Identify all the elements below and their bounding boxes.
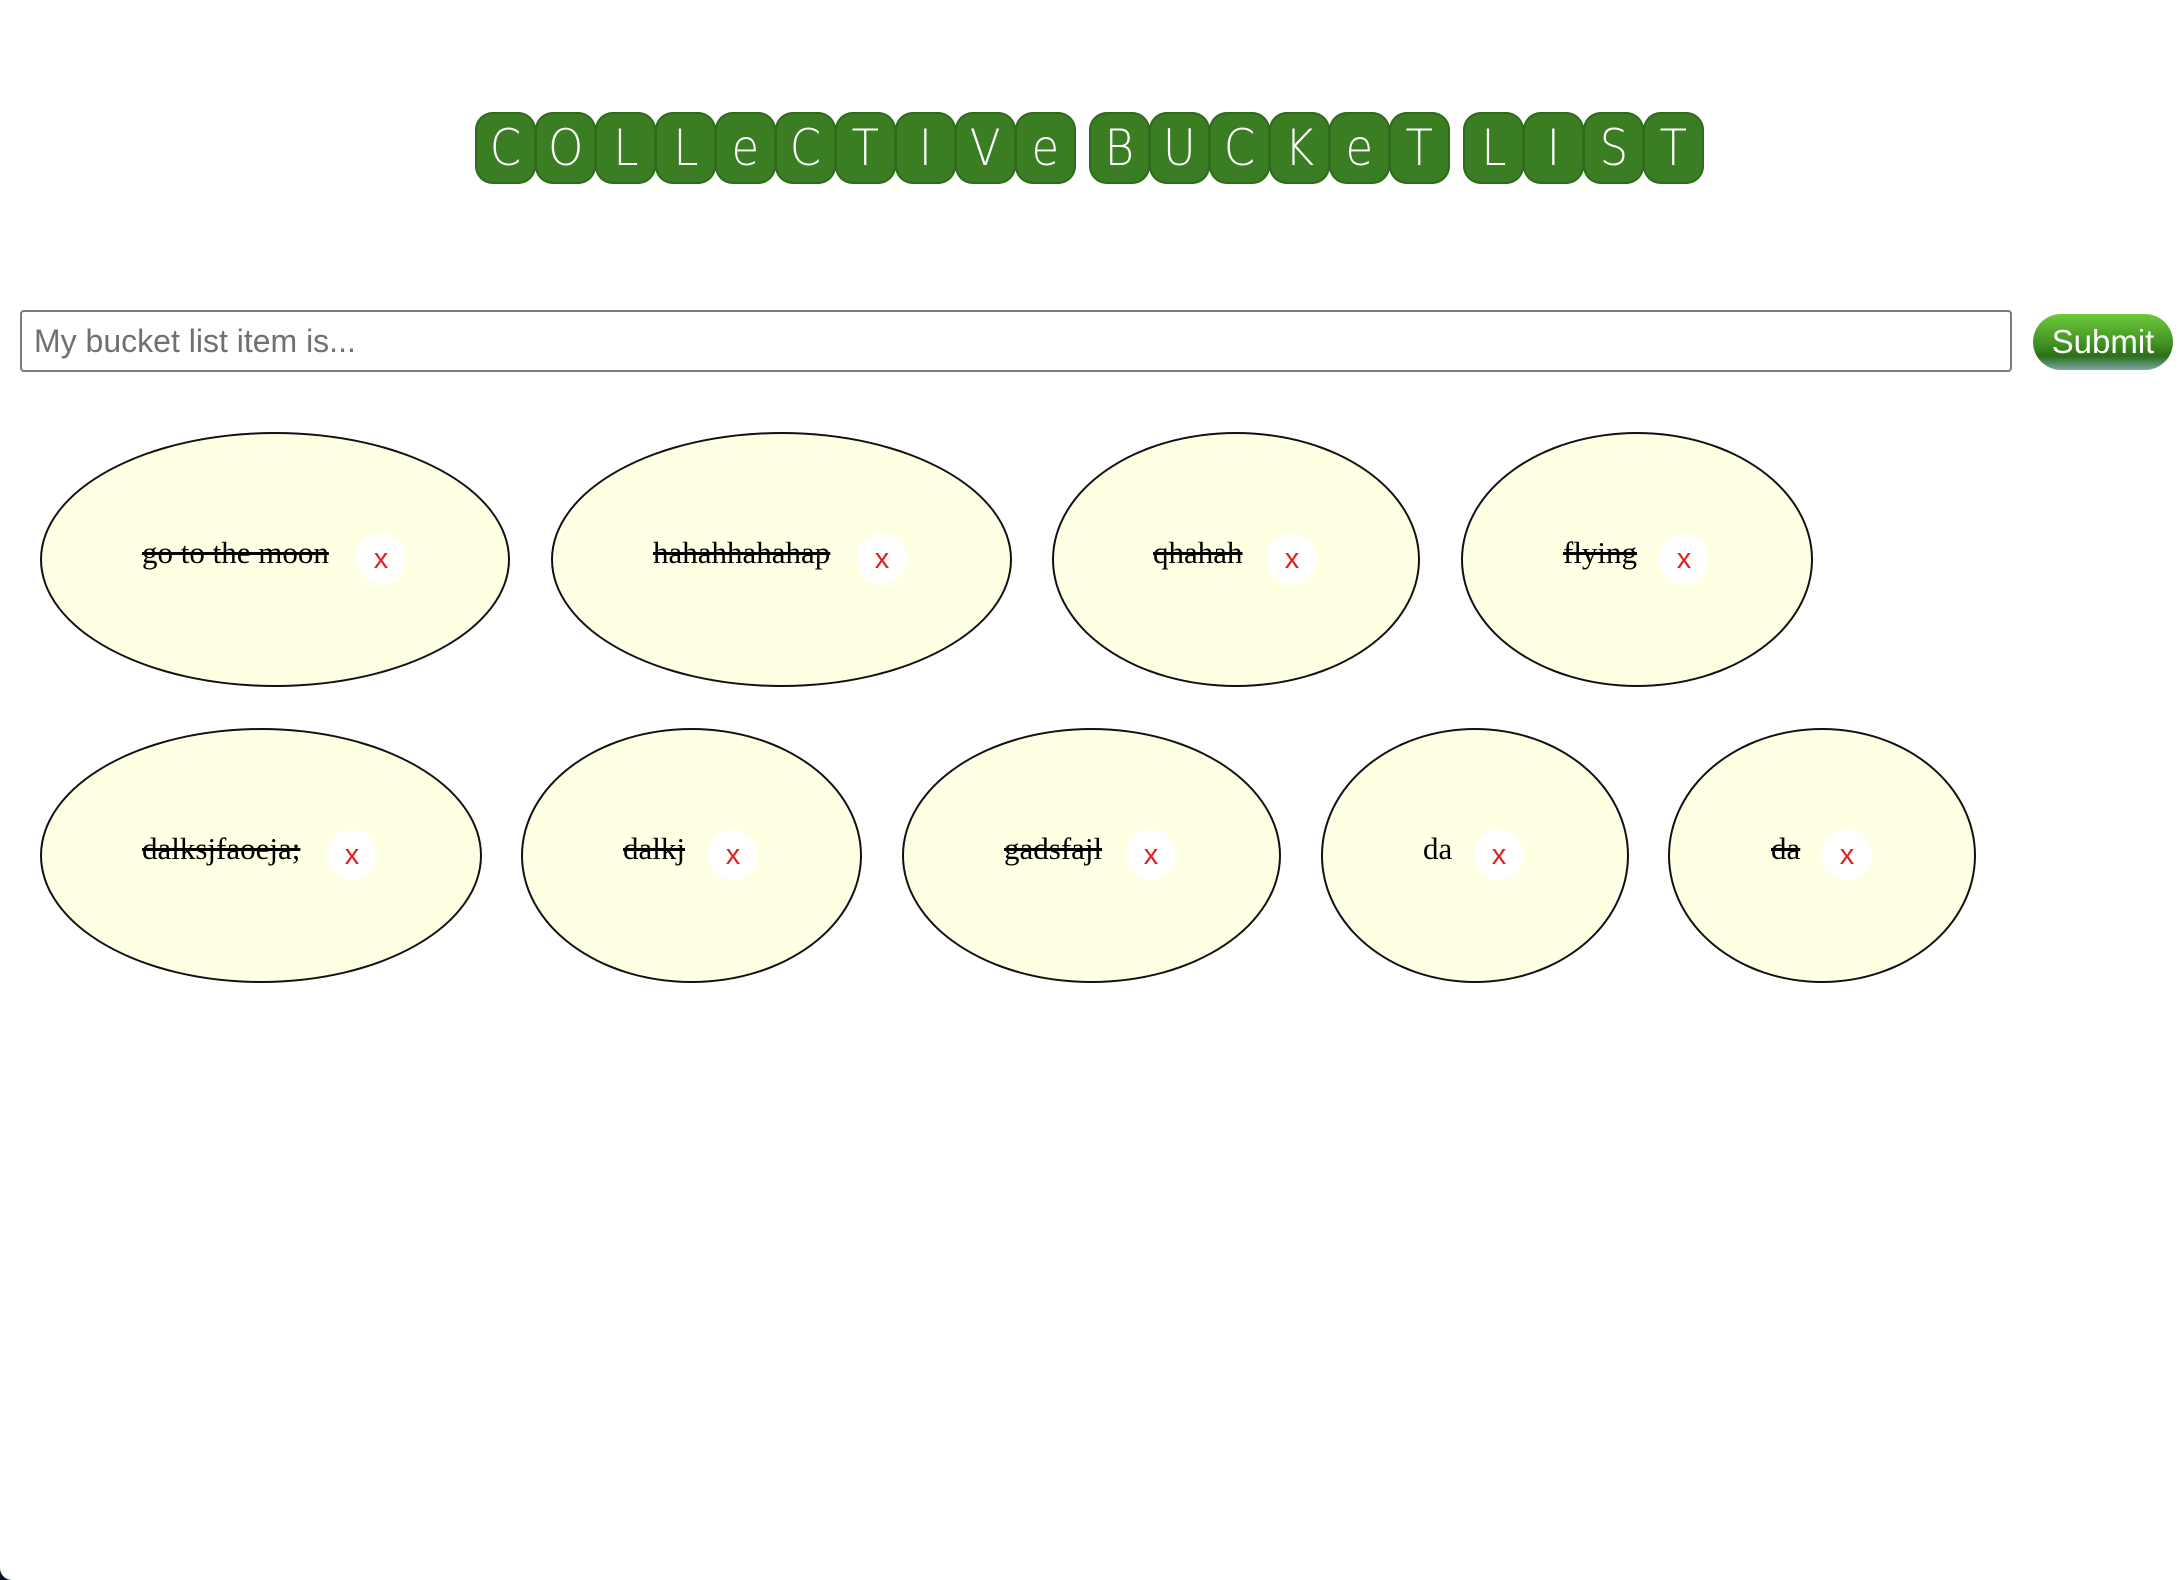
delete-item-button[interactable]: x bbox=[327, 830, 377, 880]
page: COLLeCTIVeBUCKeTLIST Submit go to the mo… bbox=[0, 0, 2178, 1580]
bucket-list-item-text[interactable]: qhahah bbox=[1153, 535, 1243, 571]
bucket-list-item-text[interactable]: hahahhahahap bbox=[653, 535, 830, 571]
bucket-list-item-text[interactable]: da bbox=[1423, 831, 1452, 867]
delete-item-button[interactable]: x bbox=[857, 534, 907, 584]
delete-item-button[interactable]: x bbox=[356, 534, 406, 584]
delete-item-button[interactable]: x bbox=[1126, 830, 1176, 880]
delete-item-button[interactable]: x bbox=[708, 830, 758, 880]
bucket-list-item-text[interactable]: da bbox=[1771, 831, 1800, 867]
bucket-list-item-text[interactable]: gadsfajl bbox=[1004, 831, 1102, 867]
bucket-list-item-text[interactable]: dalkj bbox=[623, 831, 685, 867]
delete-item-button[interactable]: x bbox=[1822, 830, 1872, 880]
delete-item-button[interactable]: x bbox=[1474, 830, 1524, 880]
delete-item-button[interactable]: x bbox=[1659, 534, 1709, 584]
bucket-list-item-text[interactable]: flying bbox=[1563, 535, 1637, 571]
bucket-list-item[interactable] bbox=[521, 728, 862, 983]
bucket-list-item-text[interactable]: go to the moon bbox=[142, 535, 329, 571]
bucket-list-item-text[interactable]: dalksjfaoeja; bbox=[142, 831, 300, 867]
bucket-list: go to the moon x hahahhahahap x qhahah x flyin… bbox=[0, 0, 2178, 1580]
delete-item-button[interactable]: x bbox=[1267, 534, 1317, 584]
